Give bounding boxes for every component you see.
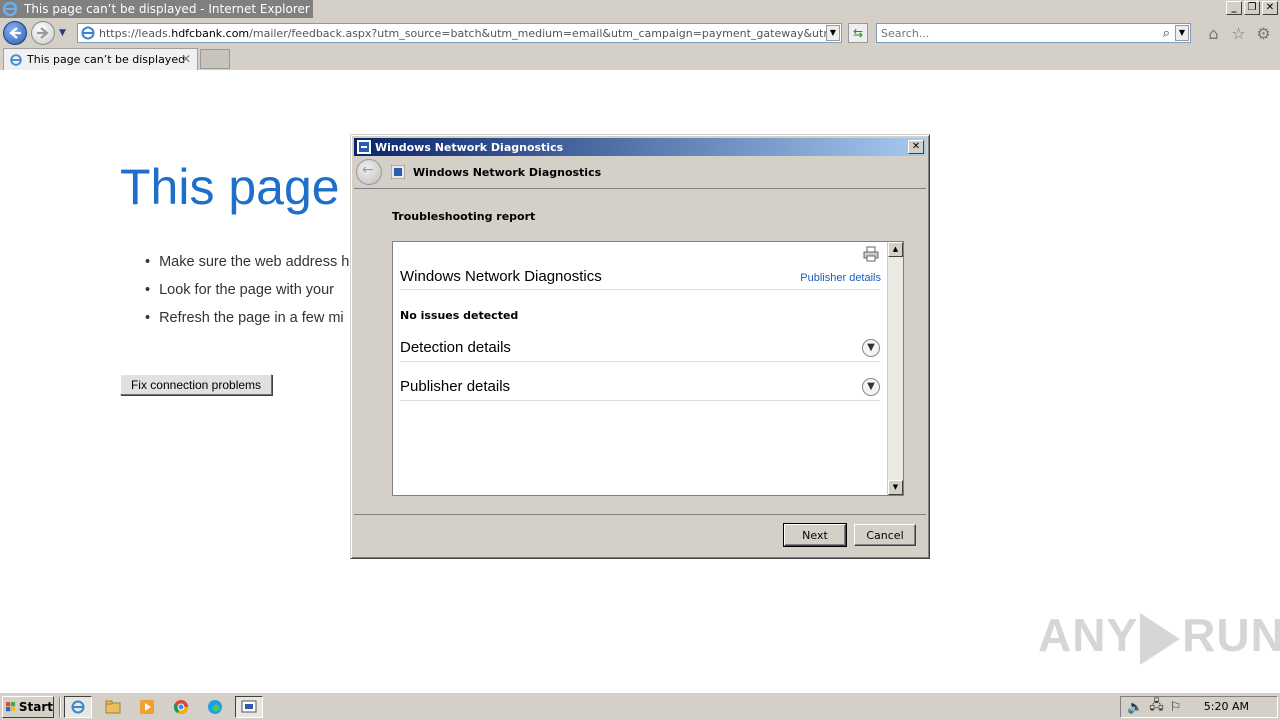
url-domain: hdfcbank.com xyxy=(171,26,250,40)
play-icon xyxy=(1140,612,1181,665)
history-dropdown-icon[interactable]: ▼ xyxy=(59,28,66,38)
network-diagnostics-icon xyxy=(391,165,405,179)
url-rest: /mailer/feedback.aspx?utm_source=batch&u… xyxy=(249,26,827,40)
restore-button[interactable]: ❐ xyxy=(1244,1,1260,15)
start-button[interactable]: Start xyxy=(2,696,54,718)
report-status: No issues detected xyxy=(400,309,519,322)
taskbar-media-player[interactable] xyxy=(133,696,161,718)
forward-arrow-icon xyxy=(37,27,49,39)
address-bar[interactable]: https://leads.hdfcbank.com/mailer/feedba… xyxy=(77,23,842,43)
network-diagnostics-icon xyxy=(241,700,257,713)
ie-logo-icon xyxy=(2,1,18,17)
network-diagnostics-dialog: Windows Network Diagnostics ✕ Windows Ne… xyxy=(350,134,930,559)
action-center-flag-icon[interactable]: ⚐ xyxy=(1170,700,1182,715)
tip-item: Make sure the web address h xyxy=(145,254,349,270)
back-button[interactable] xyxy=(3,21,27,45)
taskbar: Start 🔈 🖧 ⚐ 5:20 AM xyxy=(0,692,1280,720)
section-label: Publisher details xyxy=(400,378,511,395)
tab-ie-icon xyxy=(10,53,22,66)
watermark-right: RUN xyxy=(1182,609,1280,661)
vertical-scrollbar[interactable]: ▲ ▼ xyxy=(887,242,903,495)
report-panel: Windows Network Diagnostics Publisher de… xyxy=(392,241,904,496)
dialog-header: Windows Network Diagnostics xyxy=(354,156,926,188)
taskbar-diagnostics[interactable] xyxy=(235,696,263,718)
home-icon[interactable]: ⌂ xyxy=(1205,25,1222,43)
detection-details-section[interactable]: Detection details ▼ xyxy=(400,339,880,363)
tab-active[interactable]: This page can’t be displayed ✕ xyxy=(3,48,198,70)
section-divider xyxy=(400,361,880,362)
tips-list: Make sure the web address h Look for the… xyxy=(145,254,349,338)
address-dropdown-icon[interactable]: ▼ xyxy=(826,25,840,41)
toolbar-icons: ⌂ ☆ ⚙ xyxy=(1205,25,1272,43)
taskbar-separator xyxy=(59,697,61,717)
start-label: Start xyxy=(18,700,53,714)
report-divider xyxy=(400,289,880,290)
publisher-details-link[interactable]: Publisher details xyxy=(800,272,881,284)
volume-icon[interactable]: 🔈 xyxy=(1127,700,1143,715)
report-heading: Troubleshooting report xyxy=(392,210,536,223)
printer-icon[interactable] xyxy=(863,246,879,262)
clock[interactable]: 5:20 AM xyxy=(1204,700,1249,713)
watermark-left: ANY xyxy=(1038,609,1139,661)
new-tab-button[interactable] xyxy=(200,49,230,69)
search-box: ⌕ ▼ xyxy=(876,23,1191,43)
cancel-button[interactable]: Cancel xyxy=(854,524,916,546)
scroll-up-icon[interactable]: ▲ xyxy=(888,242,903,257)
back-arrow-icon xyxy=(9,27,21,39)
ie-title-bar: This page can’t be displayed - Internet … xyxy=(0,0,1280,18)
tip-item: Look for the page with your xyxy=(145,282,349,298)
dialog-body: Troubleshooting report Windows Network D… xyxy=(354,188,926,515)
next-button[interactable]: Next xyxy=(783,523,847,547)
ie-logo-icon xyxy=(71,700,85,714)
star-icon[interactable]: ☆ xyxy=(1230,25,1247,43)
tab-bar: This page can’t be displayed ✕ xyxy=(0,48,1280,70)
refresh-button[interactable]: ⇆ xyxy=(848,23,868,43)
folder-icon xyxy=(105,700,121,714)
page-ie-icon xyxy=(81,26,95,40)
network-diagnostics-icon xyxy=(357,140,371,154)
section-label: Detection details xyxy=(400,339,511,356)
media-player-icon xyxy=(140,700,154,714)
system-tray: 🔈 🖧 ⚐ 5:20 AM xyxy=(1120,696,1278,718)
anyrun-watermark: ANY RUN xyxy=(1038,608,1280,665)
close-button[interactable]: ✕ xyxy=(1262,1,1278,15)
taskbar-explorer[interactable] xyxy=(99,696,127,718)
scroll-down-icon[interactable]: ▼ xyxy=(888,480,903,495)
taskbar-chrome[interactable] xyxy=(167,696,195,718)
tab-label: This page can’t be displayed xyxy=(27,53,186,66)
report-title: Windows Network Diagnostics xyxy=(400,268,602,285)
title-wrap: This page can’t be displayed - Internet … xyxy=(0,0,313,18)
chrome-icon xyxy=(173,700,188,714)
window-title: This page can’t be displayed - Internet … xyxy=(21,1,313,17)
chevron-down-icon[interactable]: ▼ xyxy=(862,339,880,357)
tip-item: Refresh the page in a few mi xyxy=(145,310,349,326)
fix-connection-button[interactable]: Fix connection problems xyxy=(120,374,272,395)
windows-flag-icon xyxy=(6,702,16,712)
dialog-back-button[interactable] xyxy=(356,159,382,185)
chevron-down-icon[interactable]: ▼ xyxy=(862,378,880,396)
navigation-bar: ▼ https://leads.hdfcbank.com/mailer/feed… xyxy=(0,18,1280,48)
search-icon[interactable]: ⌕ xyxy=(1163,26,1170,41)
search-input[interactable] xyxy=(881,26,1151,40)
dialog-title-bar: Windows Network Diagnostics ✕ xyxy=(354,138,926,156)
section-divider xyxy=(400,400,880,401)
forward-button[interactable] xyxy=(31,21,55,45)
taskbar-edge[interactable] xyxy=(201,696,229,718)
search-dropdown-icon[interactable]: ▼ xyxy=(1175,25,1189,41)
network-icon[interactable]: 🖧 xyxy=(1149,696,1164,718)
url-prefix: https://leads. xyxy=(99,26,172,40)
page-title: This page c xyxy=(120,159,379,215)
taskbar-ie[interactable] xyxy=(64,696,92,718)
tab-close-icon[interactable]: ✕ xyxy=(181,52,191,66)
gear-icon[interactable]: ⚙ xyxy=(1255,25,1272,43)
dialog-title: Windows Network Diagnostics xyxy=(375,140,564,154)
dialog-close-button[interactable]: ✕ xyxy=(908,140,924,154)
publisher-details-section[interactable]: Publisher details ▼ xyxy=(400,378,880,402)
edge-icon xyxy=(208,700,222,714)
dialog-header-title: Windows Network Diagnostics xyxy=(413,165,602,179)
minimize-button[interactable]: _ xyxy=(1226,1,1242,15)
address-text[interactable]: https://leads.hdfcbank.com/mailer/feedba… xyxy=(99,27,827,40)
window-controls: _ ❐ ✕ xyxy=(1226,1,1278,15)
